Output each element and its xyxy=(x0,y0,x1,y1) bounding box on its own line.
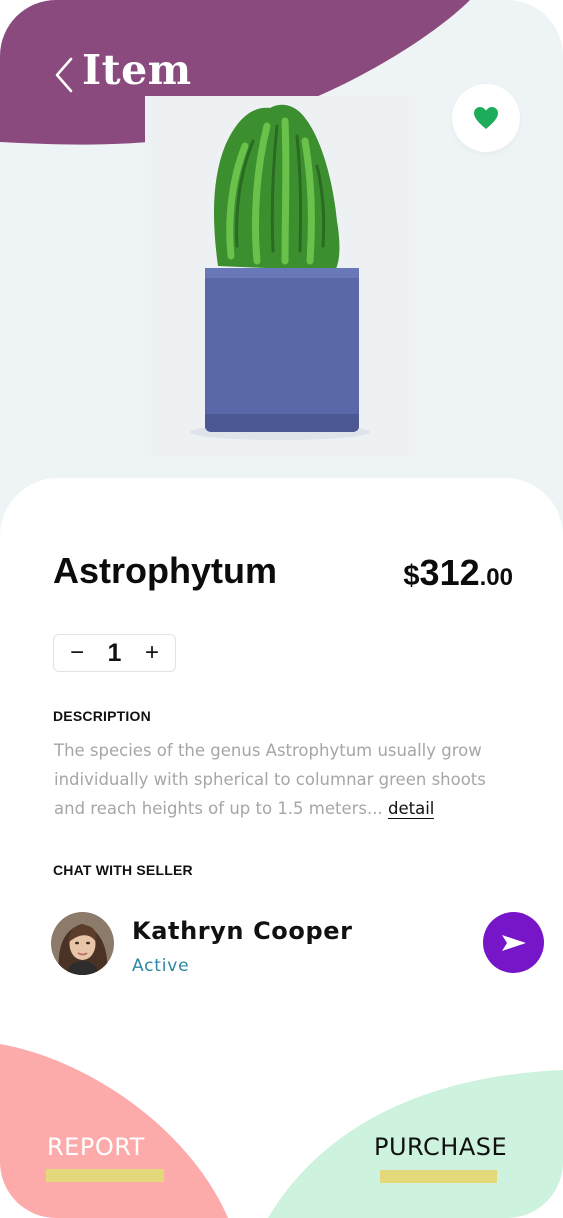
purchase-button[interactable]: PURCHASE xyxy=(374,1133,507,1161)
price-whole: 312 xyxy=(419,552,480,593)
quantity-value: 1 xyxy=(107,638,122,667)
bottom-action-shapes xyxy=(0,1044,563,1218)
send-message-button[interactable] xyxy=(483,912,544,973)
seller-name: Kathryn Cooper xyxy=(132,917,353,945)
back-button[interactable] xyxy=(48,52,80,98)
price-cents: .00 xyxy=(479,564,513,591)
chat-heading: CHAT WITH SELLER xyxy=(53,862,193,878)
description-heading: DESCRIPTION xyxy=(53,708,151,724)
product-name: Astrophytum xyxy=(53,550,277,591)
quantity-stepper: − 1 + xyxy=(53,634,176,672)
decrement-button[interactable]: − xyxy=(68,641,86,665)
price-currency: $ xyxy=(403,560,420,592)
report-underline xyxy=(46,1169,164,1182)
avatar-image xyxy=(51,912,114,975)
page-title: Item xyxy=(82,46,192,94)
seller-status: Active xyxy=(132,956,190,976)
favorite-button[interactable] xyxy=(452,84,520,152)
heart-icon xyxy=(474,107,498,129)
send-icon xyxy=(501,934,526,951)
avatar[interactable] xyxy=(51,912,114,975)
purchase-underline xyxy=(380,1170,497,1183)
product-image xyxy=(145,96,415,456)
item-screen: Item Astrophytum $312.00 − 1 + DESCRIPTI… xyxy=(0,0,563,1218)
report-button[interactable]: REPORT xyxy=(47,1133,145,1161)
detail-link[interactable]: detail xyxy=(388,799,435,819)
product-price: $312.00 xyxy=(403,552,513,594)
chevron-left-icon xyxy=(55,57,73,93)
increment-button[interactable]: + xyxy=(143,641,161,665)
description-text: The species of the genus Astrophytum usu… xyxy=(54,736,494,823)
